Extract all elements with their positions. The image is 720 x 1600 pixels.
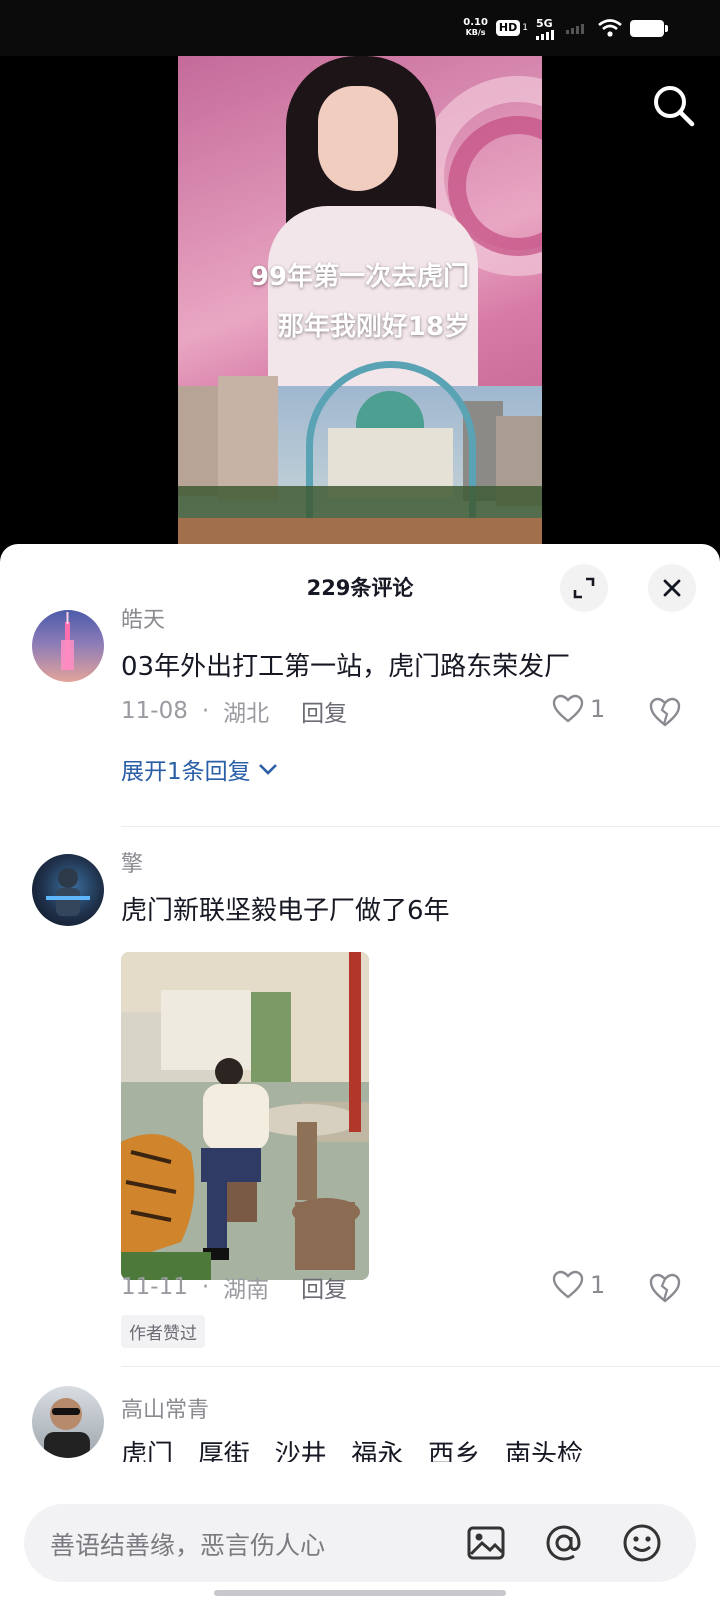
search-icon <box>654 86 695 127</box>
dislike-button[interactable] <box>648 696 682 730</box>
like-count: 1 <box>590 695 606 723</box>
image-icon <box>467 1526 505 1560</box>
emoji-button[interactable] <box>620 1521 664 1565</box>
emoji-icon <box>623 1524 661 1562</box>
comment-date: 11-08 <box>121 698 188 724</box>
like-count: 1 <box>590 1271 606 1299</box>
expand-replies-button[interactable]: 展开1条回复 <box>121 752 279 786</box>
comment-text: 虎门 厚街 沙井 福永 西乡 南头检 <box>121 1440 583 1462</box>
comment-photo-image <box>121 952 369 1280</box>
comment-meta: 11-11 · 湖南 回复 <box>121 1270 347 1304</box>
at-icon <box>546 1525 581 1561</box>
expand-sheet-button[interactable] <box>560 564 608 612</box>
comment-username[interactable]: 皓天 <box>121 602 165 634</box>
close-icon <box>663 579 681 597</box>
video-player[interactable]: 99年第一次去虎门 那年我刚好18岁 <box>0 56 720 556</box>
avatar[interactable] <box>32 854 104 926</box>
hd-badge: HD <box>495 20 521 36</box>
expand-icon <box>573 577 595 599</box>
wifi-icon <box>598 19 622 37</box>
signal-5g: 5G <box>536 17 558 40</box>
comments-sheet: 229条评论 皓天 03年外出打工第一站，虎门路东荣发厂 11-08 · 湖北 … <box>0 544 720 1600</box>
video-caption: 99年第一次去虎门 那年我刚好18岁 <box>178 252 542 352</box>
image-button[interactable] <box>464 1521 508 1565</box>
like-button[interactable]: 1 <box>552 694 605 724</box>
comment-meta: 11-08 · 湖北 回复 <box>121 694 347 728</box>
comment-location: 湖北 <box>223 701 270 727</box>
avatar-tower-image <box>61 612 74 670</box>
battery-icon <box>630 19 668 37</box>
comment-input[interactable]: 善语结善缘，恶言伤人心 <box>24 1504 696 1582</box>
comment-date: 11-11 <box>121 1274 188 1300</box>
status-bar: 0.10 KB/s HD 1 5G <box>0 0 720 56</box>
heart-icon <box>552 1270 584 1299</box>
hd-sub: 1 <box>522 23 528 33</box>
comment-text: 虎门新联坚毅电子厂做了6年 <box>121 896 450 926</box>
divider <box>121 826 720 827</box>
comment-username[interactable]: 擎 <box>121 846 143 878</box>
divider <box>121 1366 720 1367</box>
broken-heart-icon <box>649 1273 681 1303</box>
avatar[interactable] <box>32 1386 104 1458</box>
dislike-button[interactable] <box>648 1272 682 1306</box>
video-caption-line2: 那年我刚好18岁 <box>277 312 471 342</box>
comment-input-placeholder: 善语结善缘，恶言伤人心 <box>50 1531 326 1560</box>
close-sheet-button[interactable] <box>648 564 696 612</box>
comments-count-title: 229条评论 <box>306 576 414 600</box>
like-button[interactable]: 1 <box>552 1270 605 1300</box>
avatar-soldier-image <box>46 868 90 916</box>
search-button[interactable] <box>650 82 698 130</box>
author-liked-badge: 作者赞过 <box>121 1315 205 1348</box>
signal-bars-secondary-icon <box>566 24 584 34</box>
chevron-down-icon <box>258 764 277 775</box>
mention-button[interactable] <box>542 1521 586 1565</box>
signal-bars-icon <box>536 29 554 40</box>
reply-button[interactable]: 回复 <box>301 1270 347 1304</box>
avatar[interactable] <box>32 610 104 682</box>
net-speed: 0.10 KB/s <box>463 17 488 38</box>
comment-username[interactable]: 高山常青 <box>121 1392 209 1424</box>
heart-icon <box>552 694 584 723</box>
comment-photo[interactable] <box>121 952 369 1280</box>
comment-text: 03年外出打工第一站，虎门路东荣发厂 <box>121 652 571 682</box>
avatar-man-image <box>44 1398 90 1458</box>
reply-button[interactable]: 回复 <box>301 694 347 728</box>
video-caption-line1: 99年第一次去虎门 <box>250 262 470 292</box>
broken-heart-icon <box>649 697 681 727</box>
home-indicator[interactable] <box>214 1590 506 1596</box>
comment-location: 湖南 <box>223 1277 270 1303</box>
